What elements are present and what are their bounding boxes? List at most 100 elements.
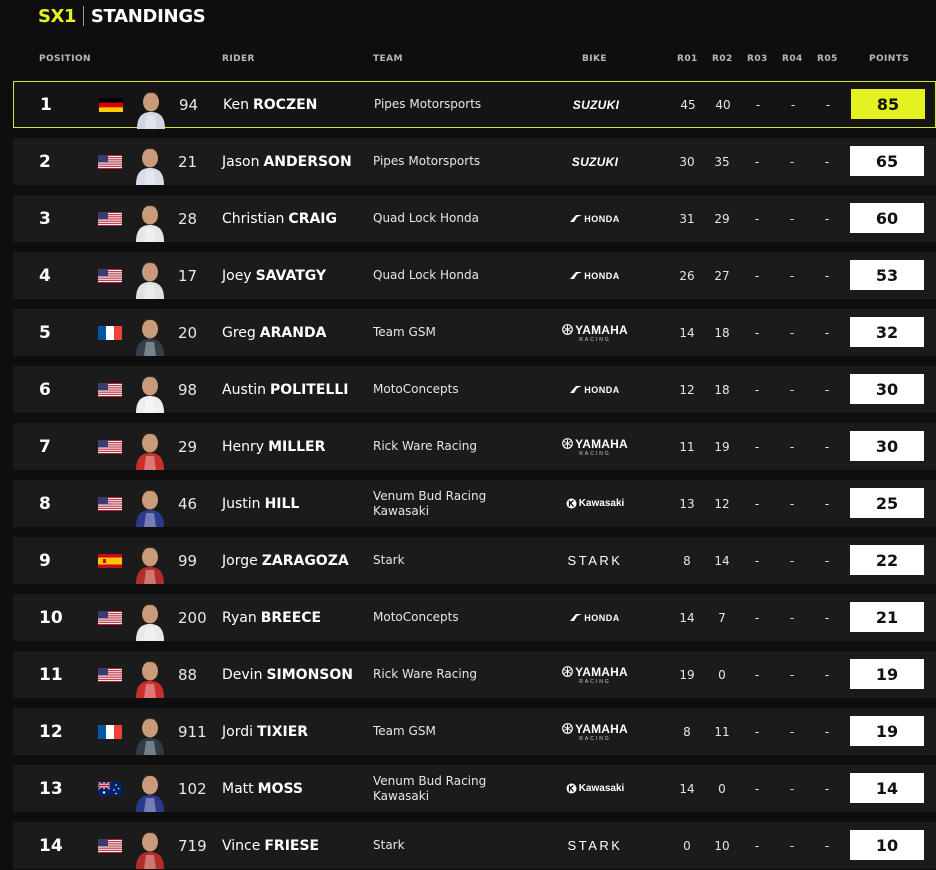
honda-logo: HONDA (570, 214, 620, 224)
table-row[interactable]: 11 88 Devin SIMONSON Rick Ware Racing YAM… (13, 651, 936, 698)
round-3-points: - (754, 781, 760, 796)
table-row[interactable]: 4 17 Joey SAVATGY Quad Lock Honda HONDA 2… (13, 252, 936, 299)
rider-last-name: ANDERSON (263, 153, 352, 170)
round-3-points: - (754, 439, 760, 454)
rider-name[interactable]: Ryan BREECE (222, 594, 321, 641)
rider-name[interactable]: Matt MOSS (222, 765, 303, 812)
rider-name[interactable]: Ken ROCZEN (223, 82, 317, 127)
table-row[interactable]: 2 21 Jason ANDERSON Pipes Motorsports SUZ… (13, 138, 936, 185)
round-4-points: - (789, 382, 795, 397)
position-value: 7 (39, 436, 51, 457)
bike-brand: HONDA (563, 252, 627, 299)
round-5-points: - (824, 724, 830, 739)
position-value: 3 (39, 208, 51, 229)
usa-flag-icon (98, 366, 122, 413)
table-row[interactable]: 10 200 Ryan BREECE MotoConcepts HONDA 14 … (13, 594, 936, 641)
team-name: Stark (373, 537, 513, 584)
round-1-points: 30 (679, 154, 695, 169)
team-name: Rick Ware Racing (373, 423, 513, 470)
round-2-points: 10 (714, 838, 730, 853)
rider-name[interactable]: Christian CRAIG (222, 195, 337, 242)
stark-logo: STARK (567, 553, 623, 568)
rider-first-name: Ken (223, 96, 249, 113)
round-4-points: - (789, 439, 795, 454)
rider-last-name: TIXIER (256, 723, 309, 740)
rider-last-name: FRIESE (264, 837, 320, 854)
position-value: 13 (39, 778, 63, 799)
round-1-points: 14 (679, 781, 695, 796)
rider-number: 94 (179, 95, 199, 114)
round-5-points: - (824, 553, 830, 568)
rider-last-name: SIMONSON (266, 666, 353, 683)
usa-flag-icon (98, 423, 122, 470)
team-label: Team GSM (373, 724, 436, 738)
rider-name[interactable]: Joey SAVATGY (222, 252, 326, 299)
round-5-points: - (824, 154, 830, 169)
rider-name[interactable]: Greg ARANDA (222, 309, 326, 356)
stark-logo: STARK (567, 838, 623, 853)
usa-flag-icon (98, 651, 122, 698)
rider-number: 17 (178, 266, 198, 285)
position-value: 4 (39, 265, 51, 286)
position-value: 10 (39, 607, 63, 628)
rider-name[interactable]: Devin SIMONSON (222, 651, 353, 698)
table-row[interactable]: 12 911 Jordi TIXIER Team GSM YAMAHA RACING… (13, 708, 936, 755)
table-row[interactable]: 9 99 Jorge ZARAGOZA Stark STARK 8 14 - - … (13, 537, 936, 584)
total-points-badge: 65 (850, 146, 924, 176)
rider-number: 88 (178, 665, 198, 684)
bike-brand: HONDA (563, 594, 627, 641)
bike-brand: SUZUKI (564, 82, 628, 127)
rider-first-name: Christian (222, 210, 285, 227)
column-header-round-1: R01 (677, 54, 698, 64)
rider-name[interactable]: Jordi TIXIER (222, 708, 308, 755)
total-points-badge: 85 (851, 89, 925, 119)
rider-avatar (132, 537, 168, 584)
rider-avatar (132, 252, 168, 299)
total-points-badge: 30 (850, 374, 924, 404)
rider-name[interactable]: Jason ANDERSON (222, 138, 352, 185)
team-name: Venum Bud Racing Kawasaki (373, 480, 513, 527)
rider-name[interactable]: Justin HILL (222, 480, 299, 527)
table-row[interactable]: 14 719 Vince FRIESE Stark STARK 0 10 - - … (13, 822, 936, 869)
round-4-points: - (789, 553, 795, 568)
france-flag-icon (98, 708, 122, 755)
table-row[interactable]: 8 46 Justin HILL Venum Bud Racing Kawasak… (13, 480, 936, 527)
rider-avatar (132, 138, 168, 185)
bike-brand: STARK (563, 822, 627, 869)
round-5-points: - (824, 268, 830, 283)
bike-brand: Kawasaki (563, 480, 627, 527)
table-row[interactable]: 3 28 Christian CRAIG Quad Lock Honda HOND… (13, 195, 936, 242)
round-3-points: - (754, 838, 760, 853)
rider-avatar (133, 82, 169, 129)
round-3-points: - (754, 724, 760, 739)
round-4-points: - (789, 724, 795, 739)
table-row[interactable]: 1 94 Ken ROCZEN Pipes Motorsports SUZUKI … (13, 81, 936, 129)
rider-name[interactable]: Jorge ZARAGOZA (222, 537, 349, 584)
round-2-points: 7 (718, 610, 726, 625)
round-2-points: 12 (714, 496, 730, 511)
position-value: 11 (39, 664, 63, 685)
rider-avatar (132, 480, 168, 527)
team-name: Stark (373, 822, 513, 869)
round-4-points: - (789, 496, 795, 511)
table-row[interactable]: 13 102 Matt MOSS Venum Bud Racing Kawasak… (13, 765, 936, 812)
round-2-points: 14 (714, 553, 730, 568)
table-row[interactable]: 6 98 Austin POLITELLI MotoConcepts HONDA … (13, 366, 936, 413)
team-name: MotoConcepts (373, 594, 513, 641)
kawasaki-logo: Kawasaki (566, 783, 624, 794)
column-header-rider: RIDER (222, 54, 255, 64)
round-4-points: - (789, 667, 795, 682)
round-1-points: 14 (679, 325, 695, 340)
round-5-points: - (824, 496, 830, 511)
rider-name[interactable]: Vince FRIESE (222, 822, 319, 869)
team-label: Quad Lock Honda (373, 268, 479, 282)
suzuki-logo: SUZUKI (571, 154, 619, 169)
table-row[interactable]: 5 20 Greg ARANDA Team GSM YAMAHA RACING 14… (13, 309, 936, 356)
rider-first-name: Austin (222, 381, 266, 398)
rider-name[interactable]: Henry MILLER (222, 423, 325, 470)
usa-flag-icon (98, 252, 122, 299)
table-row[interactable]: 7 29 Henry MILLER Rick Ware Racing YAMAHA… (13, 423, 936, 470)
rider-avatar (132, 594, 168, 641)
rider-name[interactable]: Austin POLITELLI (222, 366, 348, 413)
rider-last-name: ARANDA (259, 324, 327, 341)
